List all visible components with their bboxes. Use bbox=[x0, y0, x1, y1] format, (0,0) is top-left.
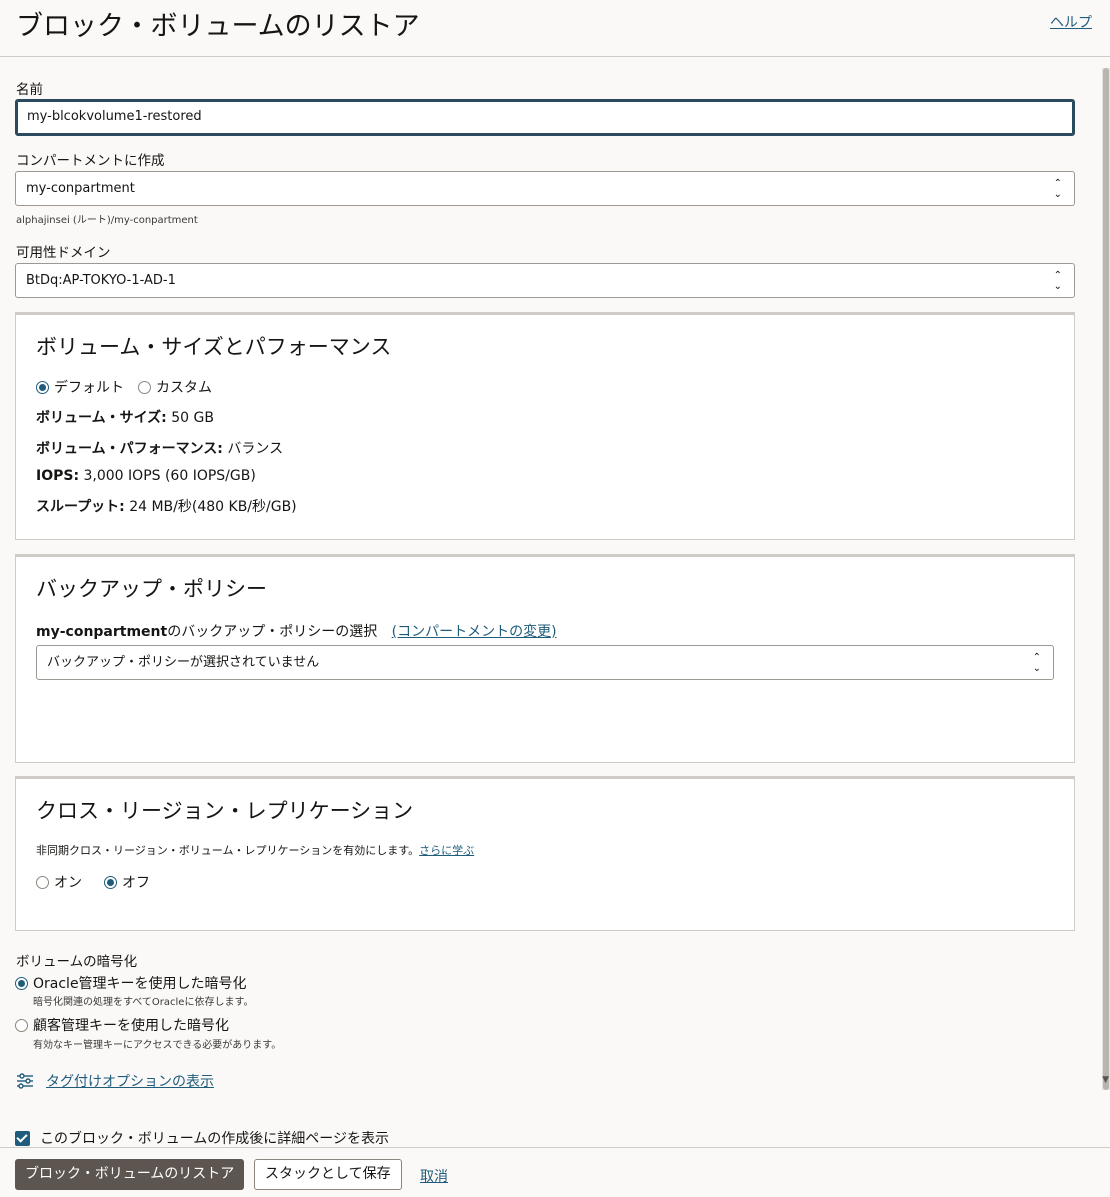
help-link[interactable]: ヘルプ bbox=[1050, 12, 1092, 32]
backup-compartment-name: my-conpartment bbox=[36, 624, 168, 640]
backup-policy-title: バックアップ・ポリシー bbox=[36, 577, 267, 601]
volume-size-info: ボリューム・サイズ: 50 GB bbox=[36, 407, 214, 427]
name-label: 名前 bbox=[16, 82, 43, 98]
tags-options-toggle[interactable]: タグ付けオプションの表示 bbox=[16, 1071, 214, 1091]
radio-off-label: オフ bbox=[122, 875, 150, 891]
size-value: 50 GB bbox=[166, 410, 214, 426]
encryption-label: ボリュームの暗号化 bbox=[16, 954, 138, 970]
perf-value: バランス bbox=[222, 441, 284, 457]
restore-button[interactable]: ブロック・ボリュームのリストア bbox=[15, 1159, 245, 1190]
radio-default-label: デフォルト bbox=[54, 380, 124, 396]
scrollbar[interactable] bbox=[1102, 68, 1110, 1090]
save-as-stack-button[interactable]: スタックとして保存 bbox=[254, 1159, 402, 1190]
select-chevron-icon: ⌃ ⌄ bbox=[1032, 652, 1041, 674]
backup-select-suffix: のバックアップ・ポリシーの選択 bbox=[167, 624, 378, 640]
backup-policy-panel: バックアップ・ポリシー my-conpartmentのバックアップ・ポリシーの選… bbox=[15, 554, 1075, 763]
radio-default[interactable]: デフォルト bbox=[36, 377, 124, 397]
radio-on[interactable]: オン bbox=[36, 872, 82, 892]
radio-selected-icon bbox=[36, 380, 49, 394]
encryption-oracle-option[interactable]: Oracle管理キーを使用した暗号化 bbox=[15, 973, 247, 993]
change-compartment-link[interactable]: (コンパートメントの変更) bbox=[392, 624, 557, 640]
encryption-oracle-label: Oracle管理キーを使用した暗号化 bbox=[33, 976, 247, 992]
replication-title: クロス・リージョン・レプリケーション bbox=[36, 799, 414, 823]
compartment-select[interactable]: my-conpartment ⌃ ⌄ bbox=[15, 171, 1075, 206]
radio-on-label: オン bbox=[54, 875, 82, 891]
name-input[interactable]: my-blcokvolume1-restored bbox=[15, 99, 1075, 136]
compartment-select-value: my-conpartment bbox=[26, 181, 135, 196]
name-input-value: my-blcokvolume1-restored bbox=[27, 109, 202, 124]
cancel-link[interactable]: 取消 bbox=[420, 1166, 448, 1186]
throughput-value: 24 MB/秒(480 KB/秒/GB) bbox=[124, 499, 297, 515]
encryption-customer-option[interactable]: 顧客管理キーを使用した暗号化 bbox=[15, 1015, 229, 1035]
radio-custom[interactable]: カスタム bbox=[138, 377, 212, 397]
radio-selected-icon bbox=[104, 875, 117, 889]
radio-unselected-icon bbox=[36, 875, 49, 889]
throughput-info: スループット: 24 MB/秒(480 KB/秒/GB) bbox=[36, 496, 297, 516]
select-chevron-icon: ⌃ ⌄ bbox=[1053, 178, 1062, 200]
compartment-path: alphajinsei (ルート)/my-conpartment bbox=[16, 215, 198, 226]
checkbox-checked-icon[interactable] bbox=[15, 1130, 30, 1146]
replication-description: 非同期クロス・リージョン・ボリューム・レプリケーションを有効にします。さらに学ぶ bbox=[36, 842, 474, 858]
availability-domain-value: BtDq:AP-TOKYO-1-AD-1 bbox=[26, 273, 176, 288]
learn-more-link[interactable]: さらに学ぶ bbox=[419, 844, 474, 857]
form-scroll-area: 名前 my-blcokvolume1-restored コンパートメントに作成 … bbox=[0, 57, 1110, 1147]
page-header: ブロック・ボリュームのリストア ヘルプ bbox=[0, 0, 1110, 57]
encryption-customer-desc: 有効なキー管理キーにアクセスできる必要があります。 bbox=[33, 1040, 282, 1051]
select-chevron-icon: ⌃ ⌄ bbox=[1053, 270, 1062, 292]
details-checkbox-row[interactable]: このブロック・ボリュームの作成後に詳細ページを表示 bbox=[15, 1128, 389, 1147]
volume-size-panel: ボリューム・サイズとパフォーマンス デフォルト カスタム ボリューム・サイズ: … bbox=[15, 312, 1075, 540]
compartment-label: コンパートメントに作成 bbox=[16, 153, 165, 169]
perf-label: ボリューム・パフォーマンス: bbox=[36, 441, 223, 457]
radio-unselected-icon bbox=[15, 1018, 28, 1032]
tags-options-link[interactable]: タグ付けオプションの表示 bbox=[46, 1071, 214, 1091]
page-title: ブロック・ボリュームのリストア bbox=[16, 11, 420, 42]
iops-label: IOPS: bbox=[36, 468, 80, 484]
scroll-down-icon[interactable]: ▼ bbox=[1102, 1075, 1109, 1085]
replication-options: オン オフ bbox=[36, 872, 164, 892]
radio-custom-label: カスタム bbox=[156, 380, 212, 396]
throughput-label: スループット: bbox=[36, 499, 125, 515]
radio-selected-icon bbox=[15, 976, 28, 990]
volume-size-title: ボリューム・サイズとパフォーマンス bbox=[36, 335, 392, 359]
iops-value: 3,000 IOPS (60 IOPS/GB) bbox=[79, 468, 256, 484]
footer-actions: ブロック・ボリュームのリストア スタックとして保存 取消 bbox=[0, 1147, 1110, 1197]
replication-description-text: 非同期クロス・リージョン・ボリューム・レプリケーションを有効にします。 bbox=[36, 844, 420, 857]
replication-panel: クロス・リージョン・レプリケーション 非同期クロス・リージョン・ボリューム・レプ… bbox=[15, 776, 1075, 931]
backup-policy-select-label: my-conpartmentのバックアップ・ポリシーの選択 (コンパートメントの… bbox=[36, 621, 557, 641]
availability-domain-select[interactable]: BtDq:AP-TOKYO-1-AD-1 ⌃ ⌄ bbox=[15, 263, 1075, 298]
encryption-oracle-desc: 暗号化関連の処理をすべてOracleに依存します。 bbox=[33, 997, 254, 1008]
volume-size-options: デフォルト カスタム bbox=[36, 377, 226, 397]
radio-off[interactable]: オフ bbox=[104, 872, 150, 892]
backup-policy-value: バックアップ・ポリシーが選択されていません bbox=[47, 655, 320, 670]
radio-unselected-icon bbox=[138, 380, 151, 394]
backup-policy-select[interactable]: バックアップ・ポリシーが選択されていません ⌃ ⌄ bbox=[36, 645, 1054, 680]
sliders-icon bbox=[17, 1073, 33, 1089]
iops-info: IOPS: 3,000 IOPS (60 IOPS/GB) bbox=[36, 468, 256, 484]
encryption-customer-label: 顧客管理キーを使用した暗号化 bbox=[33, 1018, 229, 1034]
availability-domain-label: 可用性ドメイン bbox=[16, 245, 111, 261]
details-checkbox-label: このブロック・ボリュームの作成後に詳細ページを表示 bbox=[40, 1131, 390, 1147]
scrollbar-thumb[interactable] bbox=[1103, 68, 1109, 1090]
volume-performance-info: ボリューム・パフォーマンス: バランス bbox=[36, 438, 283, 458]
size-label: ボリューム・サイズ: bbox=[36, 410, 167, 426]
